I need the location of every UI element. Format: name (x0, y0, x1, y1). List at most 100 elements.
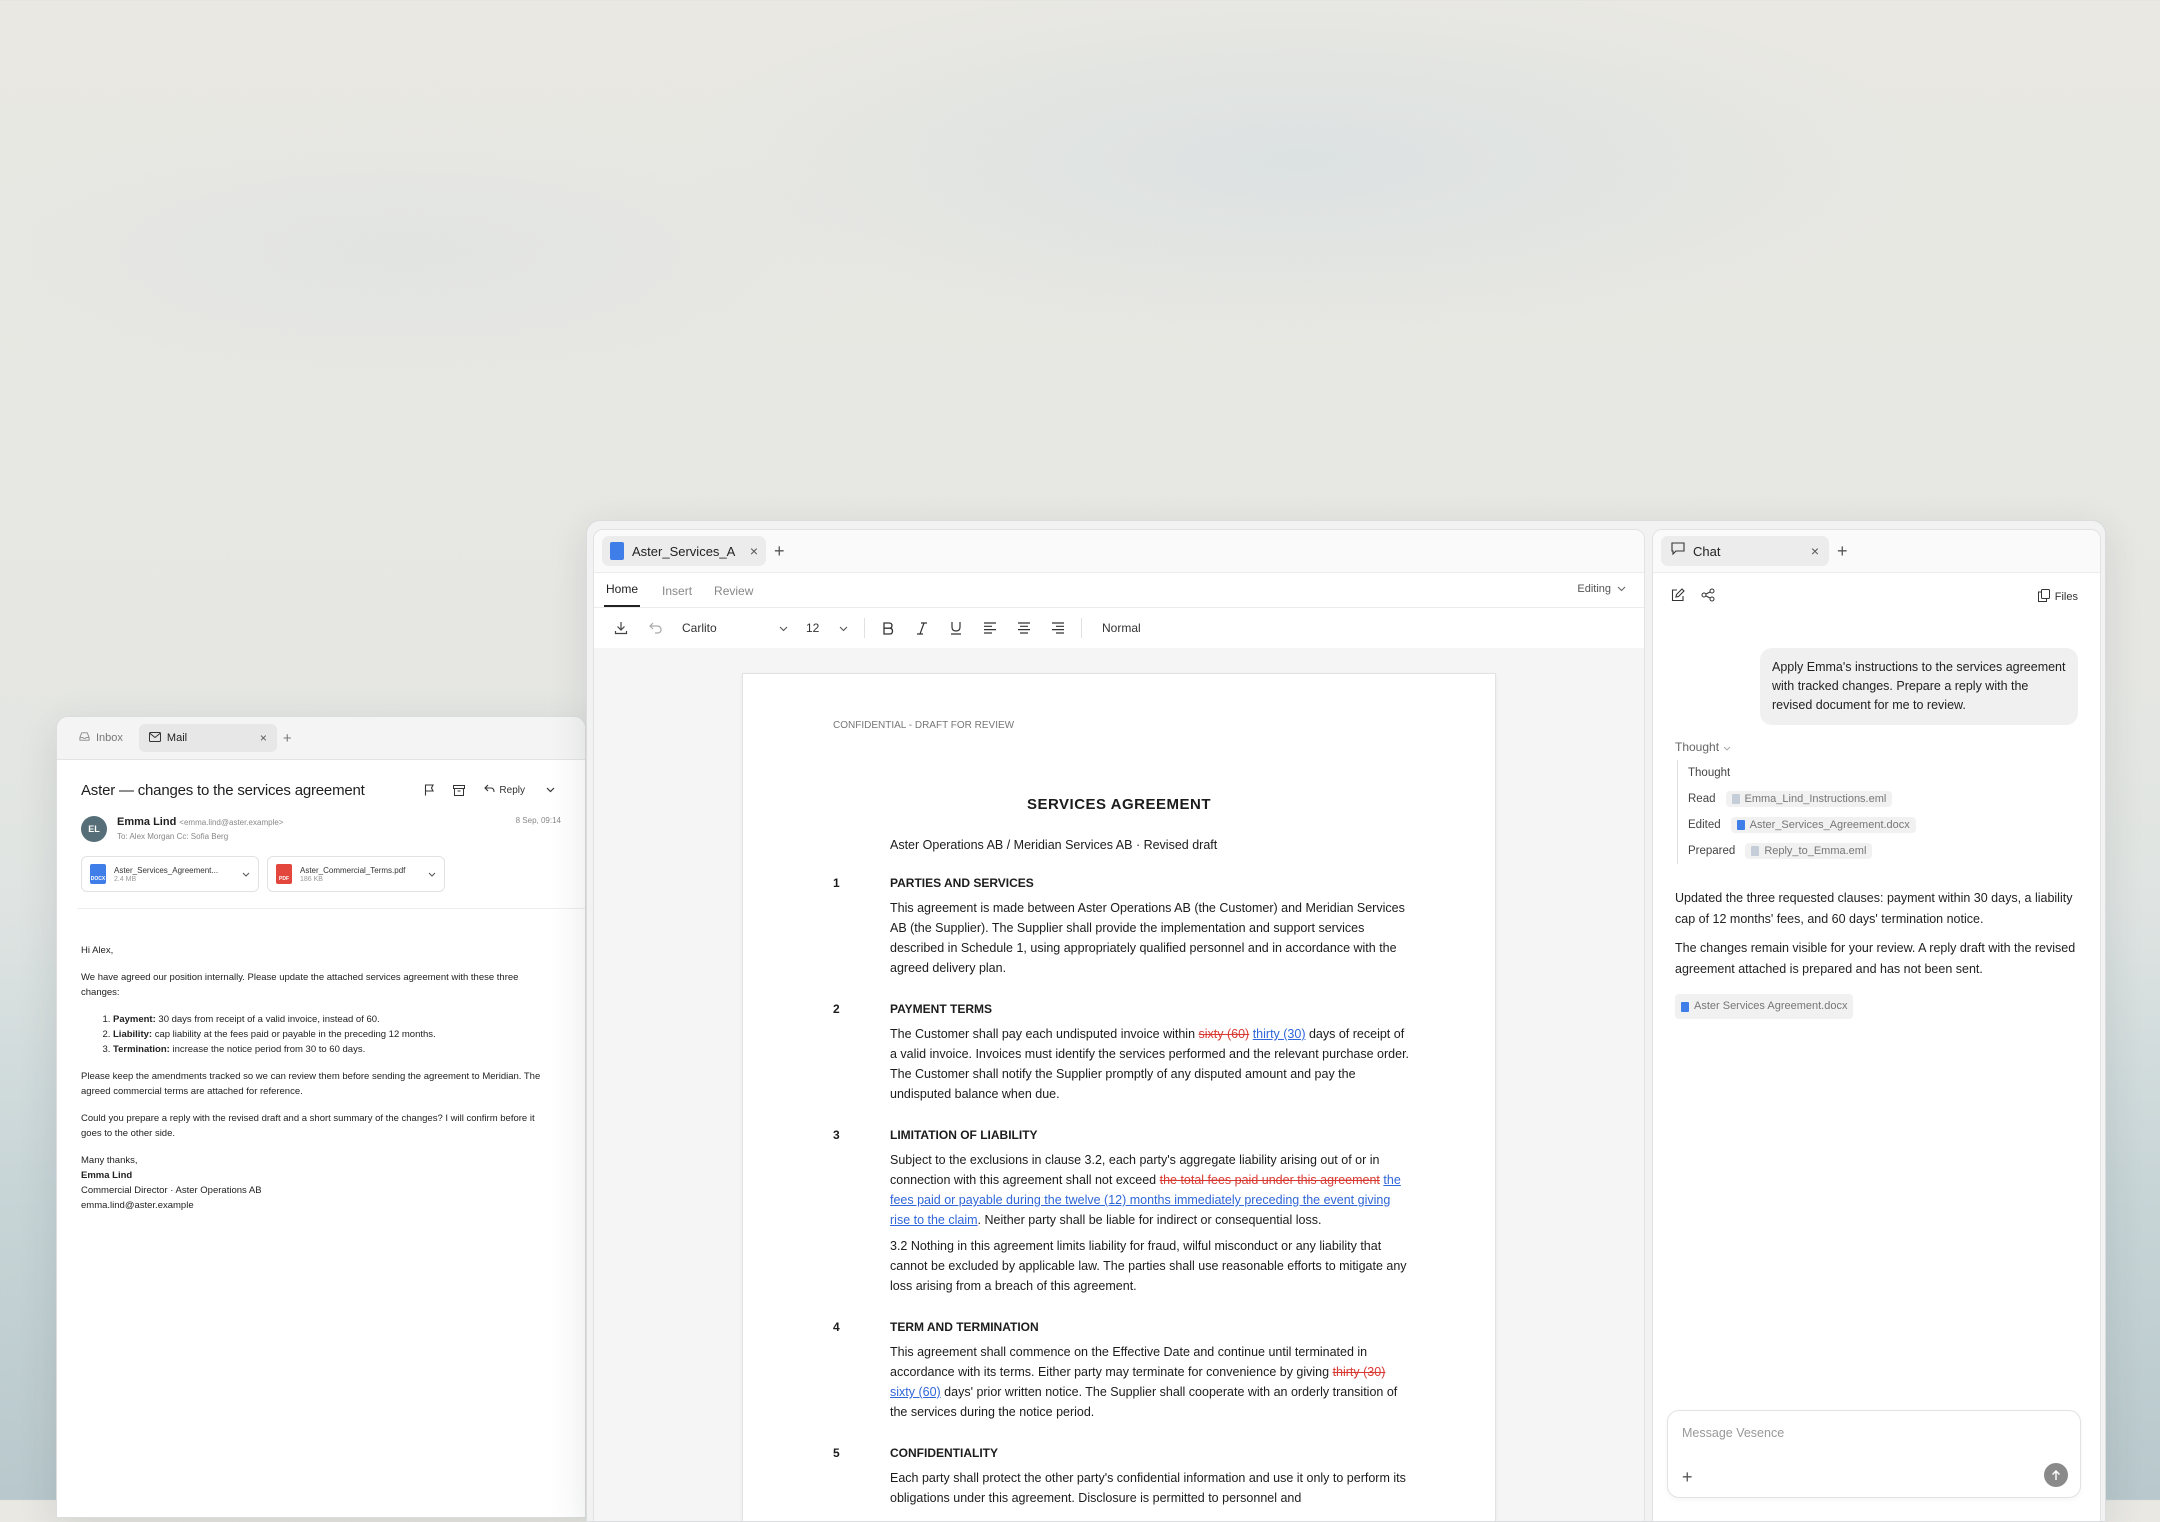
sender-email: <emma.lind@aster.example> (179, 818, 284, 827)
clause-heading: LIMITATION OF LIABILITY (890, 1128, 1038, 1142)
compose-icon[interactable] (1671, 587, 1685, 607)
list-item: Payment: 30 days from receipt of a valid… (113, 1012, 541, 1027)
sign-off: Many thanks, (81, 1155, 138, 1166)
thought-steps: Thought Read Emma_Lind_Instructions.eml … (1677, 760, 2075, 864)
italic-icon[interactable] (905, 614, 939, 642)
clause-subsection: 3.2 Nothing in this agreement limits lia… (890, 1239, 1407, 1293)
assistant-message: Updated the three requested clauses: pay… (1675, 888, 2080, 1019)
mail-window: Inbox Mail × + Aster — changes to the se… (56, 716, 586, 1518)
new-tab-icon[interactable]: + (774, 542, 785, 560)
chevron-down-icon[interactable] (539, 779, 561, 801)
document-pane: Aster_Services_A × + Home Insert Review … (593, 529, 1645, 1521)
font-size-select[interactable]: 12 (796, 621, 858, 635)
file-chip[interactable]: Reply_to_Emma.eml (1745, 843, 1873, 859)
mail-subject: Aster — changes to the services agreemen… (81, 781, 365, 799)
reply-icon (484, 784, 495, 796)
underline-icon[interactable] (939, 614, 973, 642)
flag-icon[interactable] (418, 779, 440, 801)
align-center-icon[interactable] (1007, 614, 1041, 642)
align-right-icon[interactable] (1041, 614, 1075, 642)
thought-step: Thought (1688, 760, 2075, 786)
clause-body: This agreement is made between Aster Ope… (890, 901, 1405, 975)
attachment-name: Aster_Services_Agreement... (114, 865, 219, 875)
tracked-deletion[interactable]: the total fees paid under this agreement (1160, 1173, 1380, 1187)
mail-body-text: Hi Alex, We have agreed our position int… (81, 943, 561, 1213)
recipients-line: To: Alex Morgan Cc: Sofia Berg (117, 832, 229, 841)
close-tab-icon[interactable]: × (260, 732, 267, 744)
attachment-chip[interactable]: Aster Services Agreement.docx (1675, 994, 1854, 1019)
thought-step: Read Emma_Lind_Instructions.eml (1688, 786, 2075, 812)
mail-icon (148, 731, 161, 745)
share-icon[interactable] (1701, 588, 1715, 607)
bold-icon[interactable] (871, 614, 905, 642)
list-item: Termination: increase the notice period … (113, 1042, 541, 1057)
tab-chat[interactable]: Chat × (1661, 536, 1829, 566)
chat-actions: Files (1653, 573, 2100, 621)
editing-mode-dropdown[interactable]: Editing (1577, 583, 1626, 595)
sender-name[interactable]: Emma Lind (117, 816, 176, 828)
archive-icon[interactable] (448, 779, 470, 801)
font-size-value: 12 (806, 621, 820, 635)
attachment-docx[interactable]: DOCX Aster_Services_Agreement... 2.4 MB (81, 856, 259, 892)
file-chip[interactable]: Aster_Services_Agreement.docx (1730, 817, 1916, 833)
close-tab-icon[interactable]: × (1811, 544, 1819, 558)
clause-body: The Customer shall pay each undisputed i… (890, 1027, 1410, 1101)
format-toolbar: Carlito 12 Normal (594, 608, 1644, 649)
user-message: Apply Emma's instructions to the service… (1760, 648, 2078, 725)
tab-mail[interactable]: Mail × (138, 724, 277, 752)
toolbar-divider (1081, 618, 1082, 638)
send-button[interactable] (2044, 1463, 2068, 1487)
add-attachment-icon[interactable]: + (1682, 1467, 1693, 1488)
inbox-icon (79, 731, 90, 745)
tab-inbox[interactable]: Inbox (69, 724, 133, 752)
reply-label: Reply (499, 784, 525, 796)
tab-home[interactable]: Home (604, 582, 641, 607)
tab-document[interactable]: Aster_Services_A × (602, 536, 766, 566)
chevron-down-icon[interactable] (242, 869, 250, 879)
assistant-paragraph: Updated the three requested clauses: pay… (1675, 891, 2073, 926)
download-icon[interactable] (604, 614, 638, 642)
mail-date: 8 Sep, 09:14 (515, 816, 561, 825)
attachment-pdf[interactable]: PDF Aster_Commercial_Terms.pdf 186 KB (267, 856, 445, 892)
tracked-deletion[interactable]: thirty (30) (1333, 1365, 1386, 1379)
new-tab-icon[interactable]: + (1837, 542, 1848, 560)
file-chip[interactable]: Emma_Lind_Instructions.eml (1725, 791, 1893, 807)
chevron-down-icon (1723, 740, 1731, 754)
paragraph-style-select[interactable]: Normal (1088, 621, 1141, 635)
tracked-deletion[interactable]: sixty (60) (1199, 1027, 1250, 1041)
thought-step: Prepared Reply_to_Emma.eml (1688, 838, 2075, 864)
clause-number: 2 (833, 1002, 840, 1016)
clause-number: 4 (833, 1320, 840, 1334)
chevron-down-icon[interactable] (428, 869, 436, 879)
thought-section: Thought Thought Read Emma_Lind_Instructi… (1675, 740, 2075, 864)
tracked-insertion[interactable]: sixty (60) (890, 1385, 941, 1399)
document-title: SERVICES AGREEMENT (1026, 796, 1212, 813)
close-tab-icon[interactable]: × (750, 544, 758, 558)
reply-button[interactable]: Reply (478, 778, 531, 802)
chevron-down-icon (1617, 583, 1626, 595)
files-button[interactable]: Files (2037, 589, 2078, 605)
tab-review[interactable]: Review (714, 584, 753, 607)
document-page[interactable]: CONFIDENTIAL - DRAFT FOR REVIEW SERVICES… (742, 673, 1496, 1521)
align-left-icon[interactable] (973, 614, 1007, 642)
docx-file-icon: DOCX (90, 864, 106, 884)
font-family-select[interactable]: Carlito (672, 621, 796, 635)
files-icon (2037, 589, 2050, 605)
change-list: Payment: 30 days from receipt of a valid… (81, 1012, 541, 1057)
document-subtitle: Aster Operations AB / Meridian Services … (890, 838, 1218, 852)
tab-insert[interactable]: Insert (662, 584, 692, 607)
list-item: Liability: cap liability at the fees pai… (113, 1027, 541, 1042)
message-composer: + (1667, 1410, 2081, 1498)
signature-email[interactable]: emma.lind@aster.example (81, 1198, 541, 1213)
avatar: EL (81, 816, 107, 842)
message-input[interactable] (1680, 1425, 2064, 1441)
new-tab-icon[interactable]: + (283, 731, 292, 746)
tracked-insertion[interactable]: thirty (30) (1253, 1027, 1306, 1041)
attachment-size: 2.4 MB (114, 875, 137, 883)
ribbon-tabs: Home Insert Review Editing (594, 573, 1644, 608)
thought-toggle[interactable]: Thought (1675, 740, 2075, 754)
editing-mode-label: Editing (1577, 583, 1611, 595)
undo-icon[interactable] (638, 614, 672, 642)
chat-bubble-icon (1671, 542, 1685, 560)
workspace-window: Aster_Services_A × + Home Insert Review … (586, 520, 2106, 1522)
